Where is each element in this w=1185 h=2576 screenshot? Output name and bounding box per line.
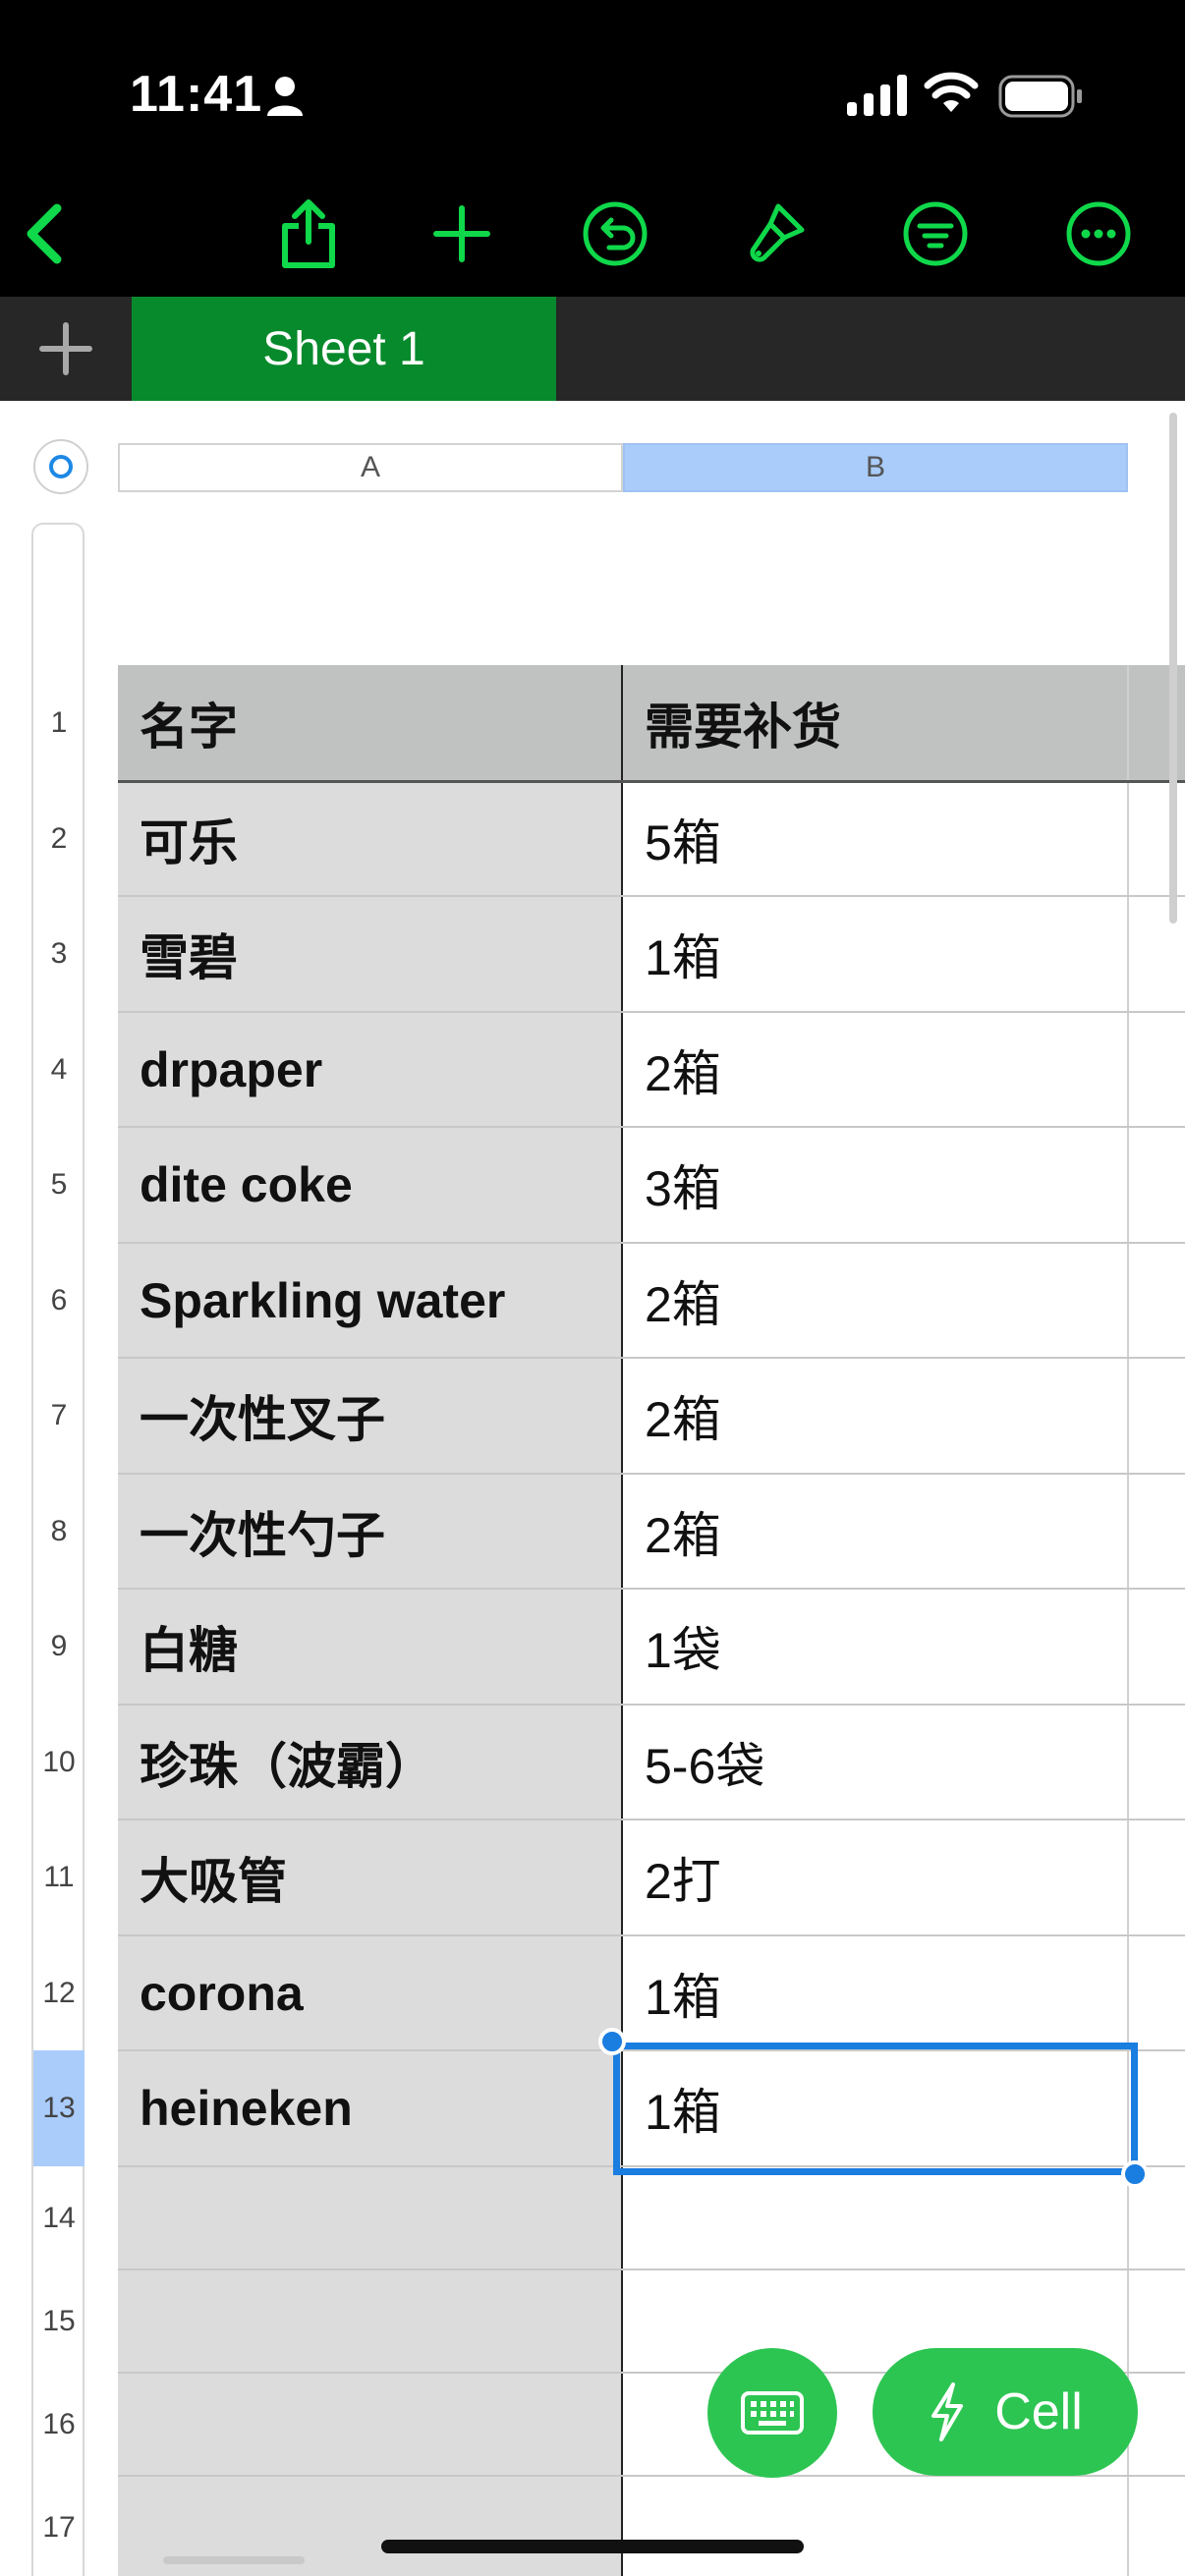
cell-a6[interactable]: Sparkling water (140, 1243, 611, 1358)
cell-a12[interactable]: corona (140, 1935, 611, 2050)
quick-cell-button[interactable]: Cell (873, 2348, 1138, 2476)
cell-a10[interactable]: 珍珠（波霸） (140, 1705, 611, 1820)
cell-button-label: Cell (994, 2383, 1083, 2440)
cell-a11[interactable]: 大吸管 (140, 1820, 611, 1935)
column-label: B (865, 451, 885, 483)
tab-sheet-1[interactable]: Sheet 1 (132, 297, 556, 401)
row-header[interactable]: 6 (33, 1243, 85, 1358)
organize-button[interactable] (896, 195, 975, 273)
row-header[interactable]: 7 (33, 1358, 85, 1474)
circle-icon (49, 455, 73, 478)
row-header[interactable]: 14 (33, 2166, 85, 2269)
cell-a13[interactable]: heineken (140, 2050, 611, 2166)
cell-b9[interactable]: 1袋 (645, 1589, 1116, 1705)
column-divider (621, 665, 623, 2576)
undo-button[interactable] (576, 195, 654, 273)
cell-b12[interactable]: 1箱 (645, 1935, 1116, 2050)
add-button[interactable] (423, 195, 501, 273)
battery-icon (998, 75, 1082, 118)
plus-icon (39, 322, 92, 375)
cell-b4[interactable]: 2箱 (645, 1012, 1116, 1127)
cell-a7[interactable]: 一次性叉子 (140, 1358, 611, 1474)
back-button[interactable] (8, 195, 86, 273)
selection-handle-bottom[interactable] (1121, 2160, 1149, 2188)
cell-a3[interactable]: 雪碧 (140, 896, 611, 1012)
cell-b2[interactable]: 5箱 (645, 781, 1116, 896)
column-divider (1127, 665, 1129, 2576)
row-header[interactable]: 3 (33, 896, 85, 1012)
ellipsis-icon (1066, 201, 1131, 266)
tab-label: Sheet 1 (262, 322, 425, 375)
column-label: A (360, 451, 380, 483)
paintbrush-icon (750, 203, 805, 262)
format-button[interactable] (735, 195, 814, 273)
cell-b6[interactable]: 2箱 (645, 1243, 1116, 1358)
cell-a16[interactable] (140, 2373, 611, 2476)
cell-b11[interactable]: 2打 (645, 1820, 1116, 1935)
home-indicator (381, 2540, 804, 2553)
chevron-left-icon (27, 203, 62, 264)
more-button[interactable] (1059, 195, 1138, 273)
row-header[interactable]: 15 (33, 2269, 85, 2373)
cell-a1[interactable]: 名字 (140, 665, 611, 781)
row-header[interactable]: 17 (33, 2476, 85, 2576)
row-header[interactable]: 4 (33, 1012, 85, 1127)
cell-b3[interactable]: 1箱 (645, 896, 1116, 1012)
plus-icon (433, 205, 490, 262)
selected-cell-outline (613, 2043, 1138, 2175)
keyboard-icon (741, 2391, 804, 2435)
row-header[interactable]: 1 (33, 665, 85, 781)
cell-b5[interactable]: 3箱 (645, 1127, 1116, 1243)
undo-icon (583, 201, 648, 266)
row-header[interactable]: 2 (33, 781, 85, 896)
row-header[interactable]: 13 (33, 2050, 85, 2166)
selection-handle-top[interactable] (598, 2028, 626, 2055)
row-header[interactable]: 10 (33, 1705, 85, 1820)
cell-b7[interactable]: 2箱 (645, 1358, 1116, 1474)
cell-b14[interactable] (645, 2166, 1116, 2269)
cell-a14[interactable] (140, 2166, 611, 2269)
cell-b10[interactable]: 5-6袋 (645, 1705, 1116, 1820)
cell-a2[interactable]: 可乐 (140, 781, 611, 896)
select-all-button[interactable] (33, 439, 88, 494)
cellular-signal-icon (847, 75, 907, 116)
keyboard-button[interactable] (707, 2348, 837, 2478)
row-header[interactable]: 11 (33, 1820, 85, 1935)
filter-icon (903, 201, 968, 266)
cell-a8[interactable]: 一次性勺子 (140, 1474, 611, 1589)
row-header[interactable]: 9 (33, 1589, 85, 1705)
column-header-a[interactable]: A (118, 443, 623, 492)
cell-a4[interactable]: drpaper (140, 1012, 611, 1127)
status-time: 11:41 (130, 66, 263, 123)
cell-a15[interactable] (140, 2269, 611, 2373)
cell-a9[interactable]: 白糖 (140, 1589, 611, 1705)
person-icon (267, 77, 303, 116)
cell-b8[interactable]: 2箱 (645, 1474, 1116, 1589)
row-header[interactable]: 8 (33, 1474, 85, 1589)
lightning-icon (931, 2382, 964, 2441)
column-header-b[interactable]: B (623, 443, 1128, 492)
share-icon (282, 199, 335, 268)
vertical-scrollbar[interactable] (1169, 413, 1177, 924)
row-header[interactable]: 16 (33, 2373, 85, 2476)
add-sheet-button[interactable] (0, 297, 132, 401)
cell-b1[interactable]: 需要补货 (645, 665, 1116, 781)
share-button[interactable] (269, 195, 348, 273)
horizontal-scrollbar[interactable] (163, 2556, 305, 2564)
wifi-icon (924, 72, 979, 112)
cell-b17[interactable] (645, 2476, 1116, 2576)
row-header[interactable]: 12 (33, 1935, 85, 2050)
row-header[interactable]: 5 (33, 1127, 85, 1243)
cell-a5[interactable]: dite coke (140, 1127, 611, 1243)
